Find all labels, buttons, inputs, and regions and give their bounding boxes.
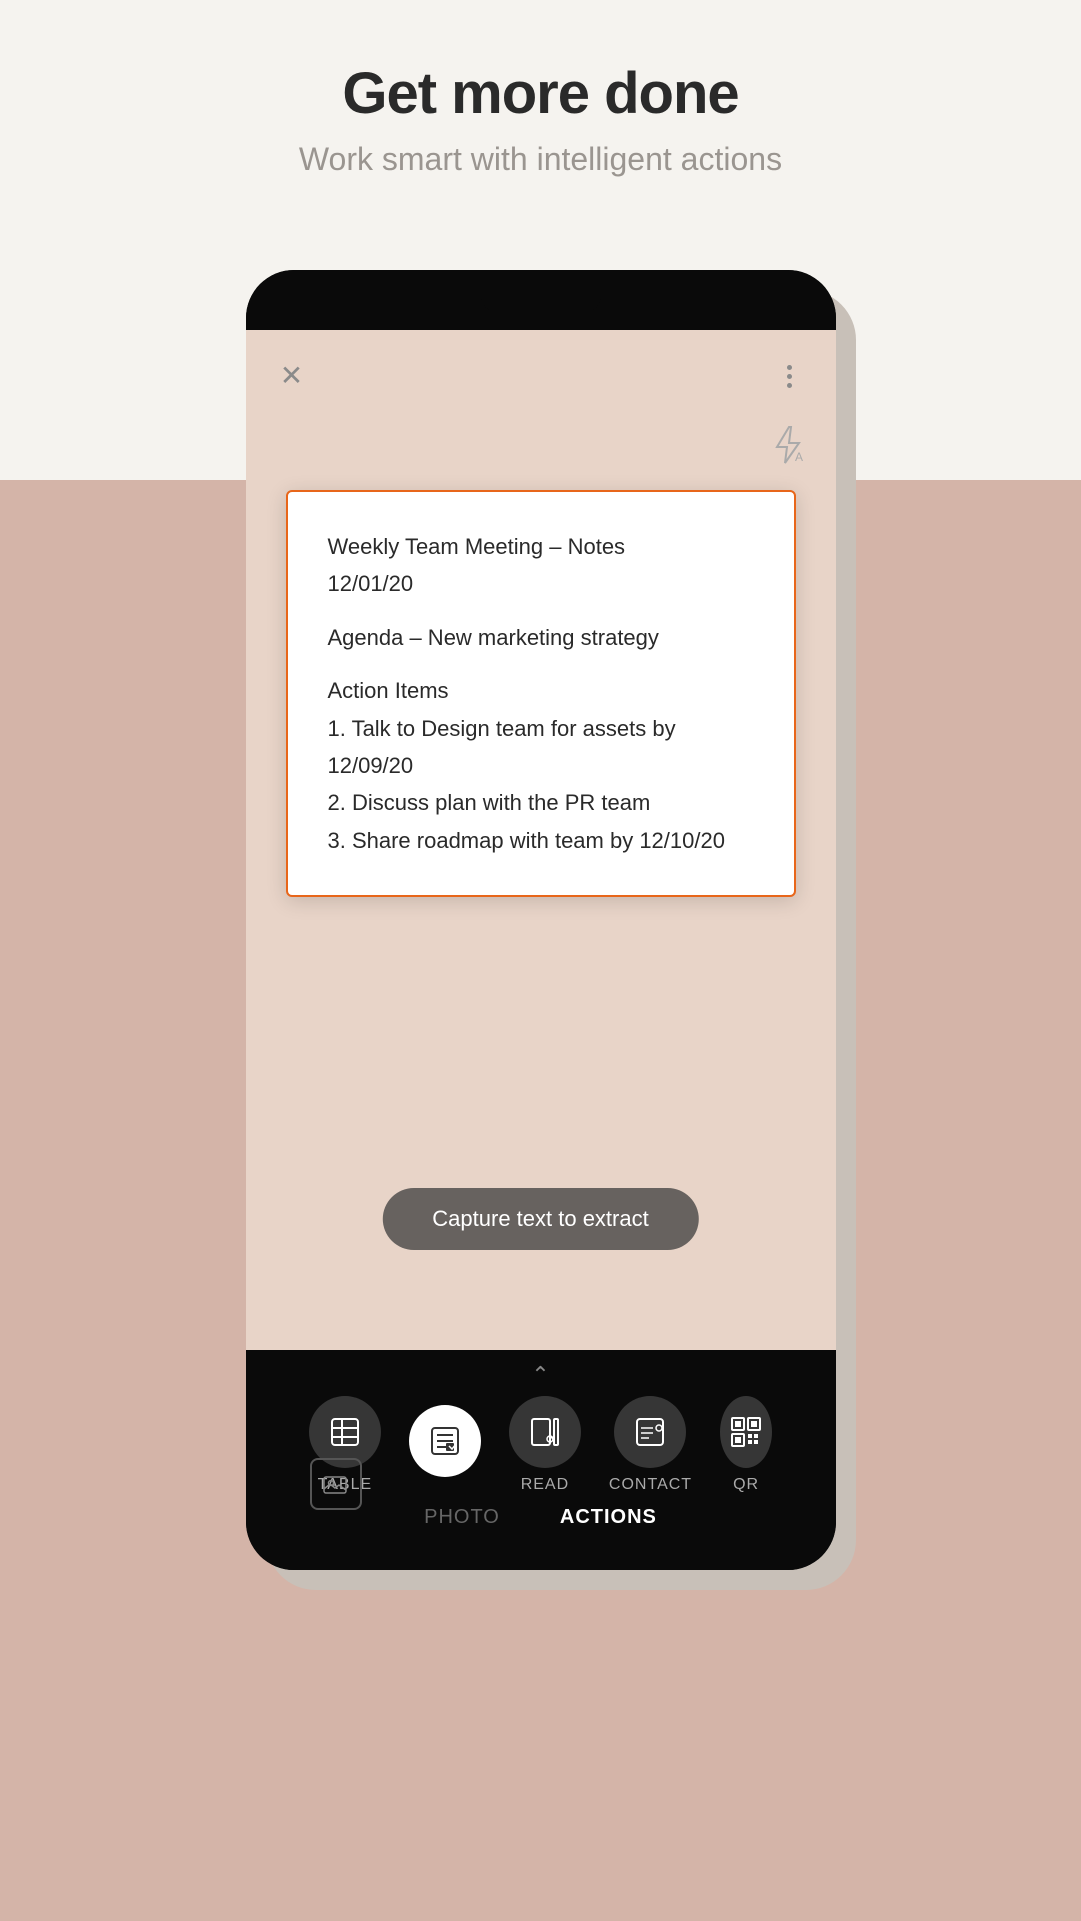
flash-icon: A xyxy=(765,423,809,467)
phone-top-bar xyxy=(246,270,836,330)
notes-line-4: Action Items xyxy=(328,672,754,709)
tab-actions[interactable]: ACTIONS xyxy=(560,1506,657,1529)
phone-mockup: ✕ A Weekly Team Meeting – xyxy=(246,270,836,1570)
gallery-icon xyxy=(321,1469,351,1499)
contact-label: CONTACT xyxy=(609,1476,692,1494)
qr-label: QR xyxy=(733,1476,759,1494)
tab-bar: PHOTO ACTIONS xyxy=(424,1506,657,1529)
contact-icon xyxy=(633,1415,667,1449)
action-item-read[interactable]: READ xyxy=(509,1396,581,1494)
text-icon-circle xyxy=(409,1405,481,1477)
dots-icon xyxy=(787,383,792,388)
notes-line-5: 1. Talk to Design team for assets by 12/… xyxy=(328,710,754,785)
notes-line-1: Weekly Team Meeting – Notes xyxy=(328,528,754,565)
notes-line-6: 2. Discuss plan with the PR team xyxy=(328,784,754,821)
capture-button[interactable]: Capture text to extract xyxy=(382,1188,698,1250)
phone-frame: ✕ A Weekly Team Meeting – xyxy=(246,270,836,1570)
qr-icon xyxy=(729,1415,763,1449)
chevron-up-icon: ⌃ xyxy=(531,1362,549,1388)
notes-line-2: 12/01/20 xyxy=(328,565,754,602)
bottom-controls: ⌃ TABLE xyxy=(246,1350,836,1570)
action-item-qr[interactable]: QR xyxy=(720,1396,772,1494)
text-icon xyxy=(428,1424,462,1458)
contact-icon-circle xyxy=(614,1396,686,1468)
tab-photo[interactable]: PHOTO xyxy=(424,1506,500,1529)
flash-button[interactable]: A xyxy=(762,420,812,470)
more-options-button[interactable] xyxy=(768,354,812,398)
dots-icon xyxy=(787,374,792,379)
qr-icon-circle xyxy=(720,1396,772,1468)
phone-notch xyxy=(481,288,601,312)
header: Get more done Work smart with intelligen… xyxy=(0,60,1081,178)
notes-content: Weekly Team Meeting – Notes 12/01/20 Age… xyxy=(328,528,754,859)
read-icon-circle xyxy=(509,1396,581,1468)
gallery-button[interactable] xyxy=(310,1458,362,1510)
table-icon xyxy=(328,1415,362,1449)
page-subtitle: Work smart with intelligent actions xyxy=(0,141,1081,178)
action-item-text[interactable] xyxy=(409,1405,481,1485)
notes-line-3: Agenda – New marketing strategy xyxy=(328,619,754,656)
page-title: Get more done xyxy=(0,60,1081,127)
close-button[interactable]: ✕ xyxy=(270,354,314,398)
action-item-contact[interactable]: CONTACT xyxy=(609,1396,692,1494)
camera-view: ✕ A Weekly Team Meeting – xyxy=(246,330,836,1410)
notes-line-7: 3. Share roadmap with team by 12/10/20 xyxy=(328,822,754,859)
read-icon xyxy=(528,1415,562,1449)
notes-card: Weekly Team Meeting – Notes 12/01/20 Age… xyxy=(286,490,796,897)
dots-icon xyxy=(787,365,792,370)
svg-text:A: A xyxy=(795,450,803,464)
read-label: READ xyxy=(521,1476,569,1494)
close-icon: ✕ xyxy=(280,362,303,390)
